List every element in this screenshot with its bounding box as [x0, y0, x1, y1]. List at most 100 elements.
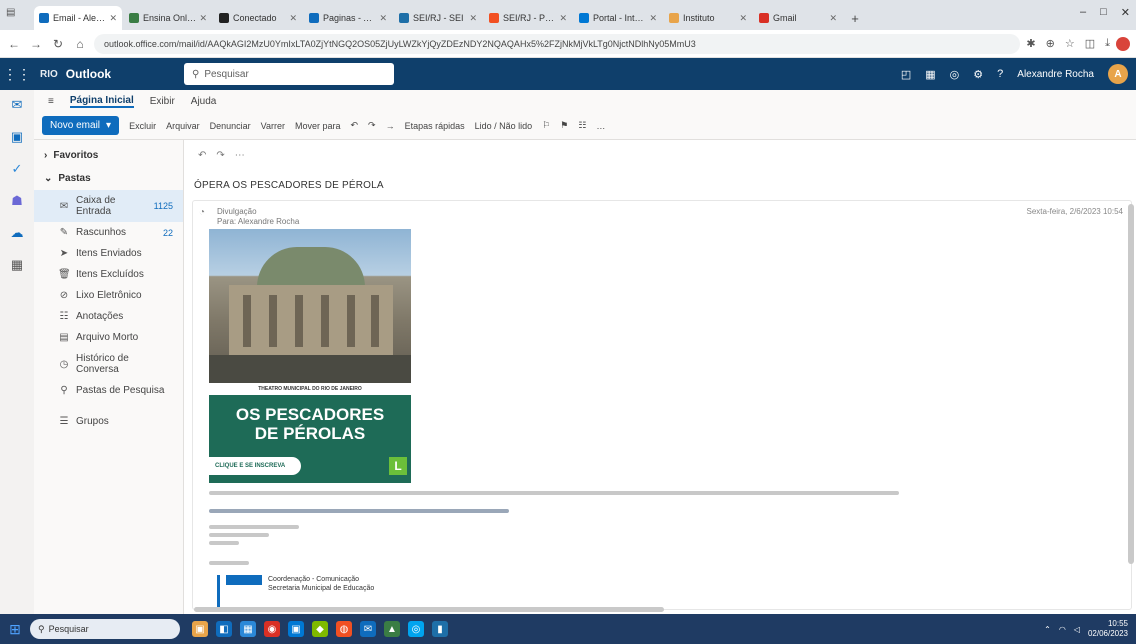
tray-chevron-icon[interactable]: ⌃ — [1044, 625, 1051, 634]
folder-item[interactable]: ➤ Itens Enviados — [34, 243, 183, 264]
browser-tab[interactable]: Paginas - Ana ✕ — [304, 6, 392, 30]
taskbar-app-icon[interactable]: ▲ — [384, 621, 400, 637]
folder-item[interactable]: 🗑 Itens Excluídos — [34, 264, 183, 285]
new-mail-button[interactable]: Novo email ▾ — [42, 116, 120, 135]
volume-icon[interactable]: ◁ — [1074, 625, 1080, 634]
forward-button[interactable]: → — [28, 37, 44, 51]
taskbar-app-icon[interactable]: ▦ — [240, 621, 256, 637]
folder-item[interactable]: ◷ Histórico de Conversa — [34, 348, 183, 380]
folder-item[interactable]: ☷ Anotações — [34, 306, 183, 327]
sidebar-toggle-icon[interactable]: ▤ — [6, 8, 16, 18]
close-tab-icon[interactable]: ✕ — [469, 13, 477, 24]
taskbar-app-icon[interactable]: ◍ — [336, 621, 352, 637]
browser-tab[interactable]: Conectado ✕ — [214, 6, 302, 30]
flyer-cta-button[interactable]: CLIQUE E SE INSCREVA — [209, 457, 301, 475]
message-action-icon[interactable]: ↷ — [216, 150, 224, 161]
ribbon-button[interactable]: ⚐ — [542, 120, 550, 131]
calendar-icon[interactable]: ▦ — [925, 68, 935, 81]
todo-icon[interactable]: ✓ — [8, 160, 26, 178]
browser-tab[interactable]: SEI/RJ - SEI ✕ — [394, 6, 482, 30]
ribbon-button[interactable]: Mover para — [295, 121, 341, 131]
onedrive-icon[interactable]: ☁ — [8, 224, 26, 242]
message-action-icon[interactable]: ⋯ — [235, 150, 245, 161]
favorites-group[interactable]: › Favoritos — [34, 144, 183, 167]
close-tab-icon[interactable]: ✕ — [379, 13, 387, 24]
clock[interactable]: 10:55 02/06/2023 — [1088, 619, 1128, 639]
folder-item[interactable]: ▤ Arquivo Morto — [34, 327, 183, 348]
taskbar-app-icon[interactable]: ▣ — [288, 621, 304, 637]
extension-icon[interactable]: ☆ — [1065, 37, 1075, 50]
people-icon[interactable]: ☗ — [8, 192, 26, 210]
ribbon-button[interactable]: Varrer — [261, 121, 285, 131]
new-tab-button[interactable]: + — [844, 6, 866, 30]
ribbon-button[interactable]: … — [596, 121, 605, 131]
avatar[interactable]: A — [1108, 64, 1128, 84]
minimize-button[interactable]: – — [1080, 6, 1086, 19]
ribbon-button[interactable]: ☷ — [578, 120, 586, 131]
body-link-line[interactable] — [209, 509, 509, 513]
app-name[interactable]: Outlook — [66, 67, 111, 81]
reload-button[interactable]: ↻ — [50, 37, 66, 51]
close-tab-icon[interactable]: ✕ — [559, 13, 567, 24]
ribbon-button[interactable]: ⚑ — [560, 120, 568, 131]
windows-start-icon[interactable]: ⊞ — [6, 620, 24, 638]
ribbon-button[interactable]: Excluir — [129, 121, 156, 131]
message-action-icon[interactable]: ↶ — [198, 150, 206, 161]
folder-item[interactable]: ✎ Rascunhos 22 — [34, 222, 183, 243]
browser-profile-icon[interactable] — [1116, 36, 1130, 51]
extension-icon[interactable]: ✱ — [1026, 37, 1035, 50]
browser-tab[interactable]: Ensina Online ✕ — [124, 6, 212, 30]
ribbon-button[interactable]: ↷ — [368, 120, 376, 131]
ribbon-menu-icon[interactable]: ≡ — [48, 96, 54, 107]
ribbon-button[interactable]: Etapas rápidas — [405, 121, 465, 131]
extension-icon[interactable]: ◫ — [1085, 37, 1095, 50]
ribbon-button[interactable]: Denunciar — [210, 121, 251, 131]
browser-tab[interactable]: Portal - Intranet✕ — [574, 6, 662, 30]
close-window-button[interactable]: ✕ — [1121, 6, 1130, 19]
taskbar-app-icon[interactable]: ◉ — [264, 621, 280, 637]
taskbar-app-icon[interactable]: ▣ — [192, 621, 208, 637]
close-tab-icon[interactable]: ✕ — [649, 13, 657, 24]
ribbon-button[interactable]: → — [386, 121, 395, 131]
vertical-scrollbar[interactable] — [1128, 204, 1134, 564]
event-flyer[interactable]: THEATRO MUNICIPAL DO RIO DE JANEIRO OS P… — [209, 229, 411, 483]
close-tab-icon[interactable]: ✕ — [739, 13, 747, 24]
taskbar-app-icon[interactable]: ✉ — [360, 621, 376, 637]
browser-tab[interactable]: SEI/RJ - Portal✕ — [484, 6, 572, 30]
taskbar-app-icon[interactable]: ◧ — [216, 621, 232, 637]
sender-info[interactable]: Divulgação Para: Alexandre Rocha — [217, 207, 299, 227]
ribbon-button[interactable]: Lido / Não lido — [475, 121, 533, 131]
teams-icon[interactable]: ◰ — [901, 68, 911, 81]
notifications-icon[interactable]: ◎ — [950, 68, 960, 81]
network-icon[interactable]: ◠ — [1059, 625, 1066, 634]
calendar-icon[interactable]: ▣ — [8, 128, 26, 146]
browser-tab[interactable]: Gmail ✕ — [754, 6, 842, 30]
browser-tab[interactable]: Email - Alexandre✕ — [34, 6, 122, 30]
extension-icon[interactable]: ⤓ — [1105, 37, 1110, 50]
taskbar-app-icon[interactable]: ◎ — [408, 621, 424, 637]
close-tab-icon[interactable]: ✕ — [289, 13, 297, 24]
maximize-button[interactable]: □ — [1100, 6, 1107, 19]
close-tab-icon[interactable]: ✕ — [109, 13, 117, 24]
url-field[interactable]: outlook.office.com/mail/id/AAQkAGI2MzU0Y… — [94, 33, 1021, 54]
folder-groups[interactable]: ☰ Grupos — [34, 411, 183, 432]
tab-exibir[interactable]: Exibir — [150, 96, 175, 107]
help-icon[interactable]: ? — [997, 68, 1003, 80]
home-button[interactable]: ⌂ — [72, 37, 88, 51]
taskbar-app-icon[interactable]: ◆ — [312, 621, 328, 637]
tab-p-gina-inicial[interactable]: Página Inicial — [69, 95, 134, 108]
settings-icon[interactable]: ⚙ — [973, 68, 983, 81]
search-input[interactable]: ⚲ Pesquisar — [184, 63, 394, 85]
horizontal-scrollbar[interactable] — [194, 607, 664, 612]
folder-item[interactable]: ⚲ Pastas de Pesquisa — [34, 380, 183, 401]
chevron-down-icon[interactable]: ▾ — [106, 120, 111, 131]
app-launcher-icon[interactable]: ⋮⋮ — [0, 66, 34, 83]
tab-ajuda[interactable]: Ajuda — [191, 96, 217, 107]
taskbar-app-icon[interactable]: ▮ — [432, 621, 448, 637]
taskbar-search[interactable]: ⚲ Pesquisar — [30, 619, 180, 639]
pastas-group[interactable]: ⌄ Pastas — [34, 167, 183, 190]
apps-icon[interactable]: ▦ — [8, 256, 26, 274]
mail-icon[interactable]: ✉ — [8, 96, 26, 114]
user-name[interactable]: Alexandre Rocha — [1017, 69, 1094, 80]
close-tab-icon[interactable]: ✕ — [829, 13, 837, 24]
